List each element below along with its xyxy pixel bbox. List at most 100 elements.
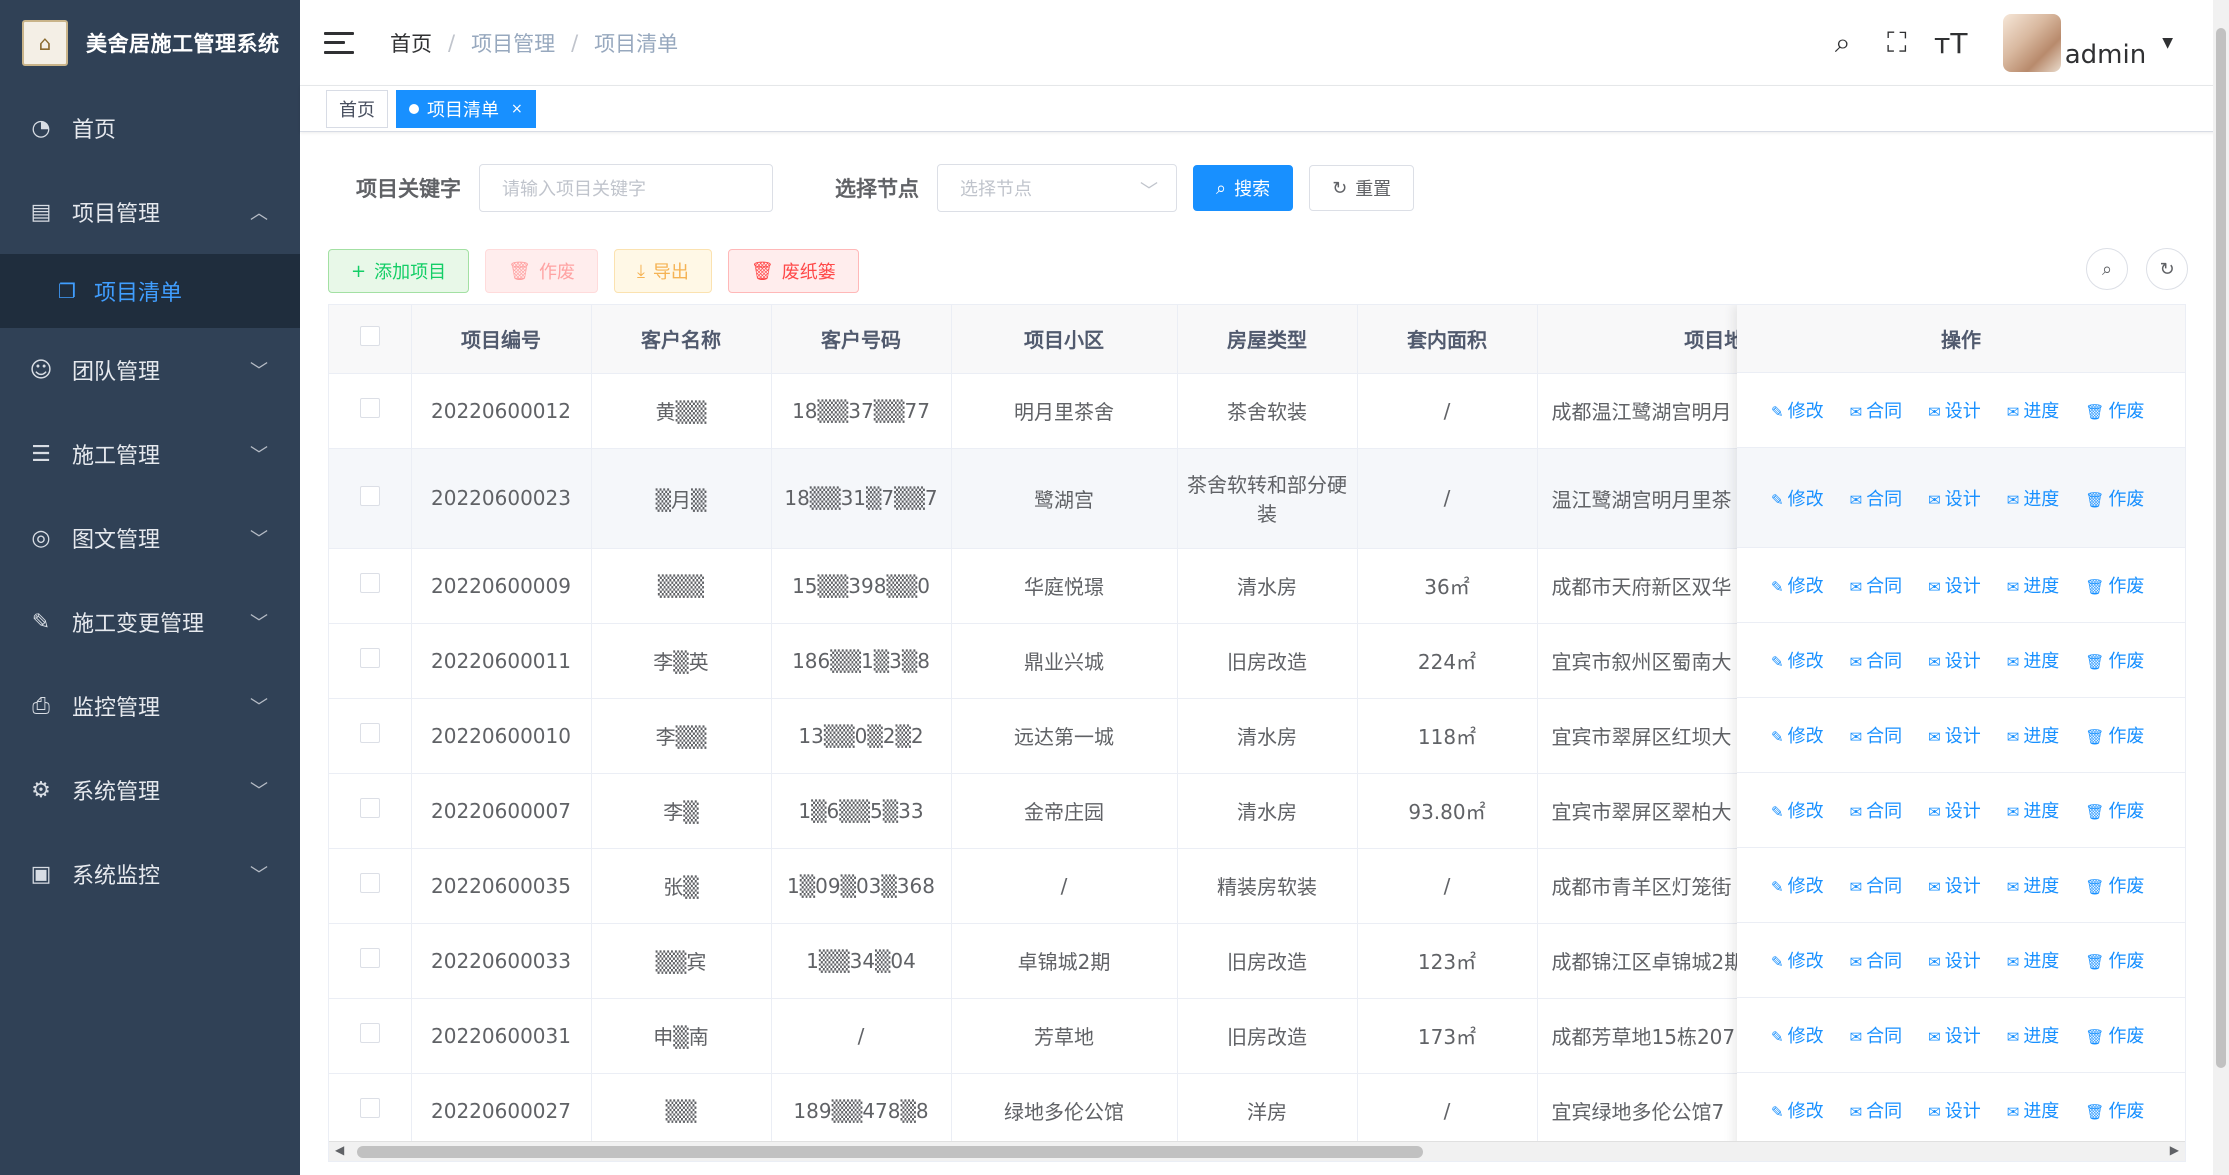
avatar[interactable] [2002,14,2061,72]
edit-link[interactable]: ✎ 修改 [1771,397,1824,423]
vertical-scrollbar[interactable] [2213,0,2229,1175]
toggle-search-icon[interactable]: ⌕ [2086,248,2128,290]
sidebar-item-monitor-management[interactable]: ⎙ 监控管理 ﹀ [0,664,300,748]
sidebar-item-project-list[interactable]: ❐ 项目清单 [0,254,300,328]
search-icon[interactable]: ⌕ [1825,25,1861,61]
row-checkbox[interactable] [329,698,412,774]
row-checkbox[interactable] [329,998,412,1074]
trash-button[interactable]: 🗑 废纸篓 [727,249,859,293]
design-link[interactable]: ✉ 设计 [1928,1022,1981,1048]
design-link[interactable]: ✉ 设计 [1928,485,1981,511]
horizontal-scrollbar[interactable]: ◀ ▶ [329,1141,2185,1161]
table-row[interactable]: 20220600007 李▒ 1▒6▒▒5▒33 金帝庄园 清水房 93.80㎡ 宜宾市翠屏… [329,773,1752,849]
close-icon[interactable]: × [511,101,523,117]
progress-link[interactable]: ✉ 进度 [2007,722,2060,748]
edit-link[interactable]: ✎ 修改 [1771,1097,1824,1123]
hamburger-icon[interactable] [324,28,354,58]
table-row[interactable]: 20220600011 李▒英 186▒▒1▒3▒8 鼎业兴城 旧房改造 224㎡ 宜宾市叙… [329,623,1752,699]
keyword-input[interactable]: 请输入项目关键字 [479,164,773,212]
row-checkbox[interactable] [329,1073,412,1149]
table-row[interactable]: 20220600009 ▒▒▒ 15▒▒398▒▒0 华庭悦璟 清水房 36㎡ 成都市天府新… [329,548,1752,624]
row-checkbox[interactable] [329,773,412,849]
design-link[interactable]: ✉ 设计 [1928,872,1981,898]
scroll-left-icon[interactable]: ◀ [335,1143,344,1157]
contract-link[interactable]: ✉ 合同 [1850,647,1903,673]
row-checkbox[interactable] [329,623,412,699]
breadcrumb-home[interactable]: 首页 [390,28,432,58]
contract-link[interactable]: ✉ 合同 [1850,1097,1903,1123]
username[interactable]: admin [2065,40,2146,70]
progress-link[interactable]: ✉ 进度 [2007,797,2060,823]
sidebar-item-change-management[interactable]: ✎ 施工变更管理 ﹀ [0,580,300,664]
caret-down-icon[interactable]: ▼ [2162,35,2173,51]
void-link[interactable]: 🗑 作废 [2085,1097,2144,1123]
void-link[interactable]: 🗑 作废 [2085,572,2144,598]
design-link[interactable]: ✉ 设计 [1928,797,1981,823]
void-link[interactable]: 🗑 作废 [2085,797,2144,823]
edit-link[interactable]: ✎ 修改 [1771,572,1824,598]
sidebar-item-home[interactable]: ◔ 首页 [0,86,300,170]
table-row[interactable]: 20220600012 黄▒▒ 18▒▒37▒▒77 明月里茶舍 茶舍软装 / 成都温江鹭湖… [329,373,1752,449]
export-button[interactable]: ⤓ 导出 [613,249,712,293]
sidebar-item-image-text-management[interactable]: ◎ 图文管理 ﹀ [0,496,300,580]
tag-home[interactable]: 首页 [326,89,388,128]
design-link[interactable]: ✉ 设计 [1928,722,1981,748]
void-link[interactable]: 🗑 作废 [2085,722,2144,748]
progress-link[interactable]: ✉ 进度 [2007,1097,2060,1123]
sidebar-item-system-monitor[interactable]: ▣ 系统监控 ﹀ [0,832,300,916]
table-row[interactable]: 20220600035 张▒ 1▒09▒03▒368/精装房软装 / 成都市青羊区灯笼街 [329,848,1752,924]
search-button[interactable]: ⌕ 搜索 [1193,165,1294,211]
row-checkbox[interactable] [329,448,412,549]
table-row[interactable]: 20220600033 ▒▒宾 1▒▒34▒04 卓锦城2期 旧房改造 123㎡ 成都锦江区… [329,923,1752,999]
contract-link[interactable]: ✉ 合同 [1850,1022,1903,1048]
progress-link[interactable]: ✉ 进度 [2007,947,2060,973]
edit-link[interactable]: ✎ 修改 [1771,722,1824,748]
contract-link[interactable]: ✉ 合同 [1850,872,1903,898]
logo[interactable]: ⌂ 美舍居施工管理系统 [0,0,300,86]
node-select[interactable]: 选择节点 ﹀ [937,164,1177,212]
edit-link[interactable]: ✎ 修改 [1771,647,1824,673]
add-project-button[interactable]: + 添加项目 [328,249,470,293]
void-link[interactable]: 🗑 作废 [2085,397,2144,423]
table-row[interactable]: 20220600023 ▒月▒ 18▒▒31▒7▒▒7 鹭湖宫 茶舍软转和部分硬装 / 温江… [329,448,1752,549]
design-link[interactable]: ✉ 设计 [1928,572,1981,598]
progress-link[interactable]: ✉ 进度 [2007,572,2060,598]
void-link[interactable]: 🗑 作废 [2085,947,2144,973]
sidebar-item-construction-management[interactable]: ☰ 施工管理 ﹀ [0,412,300,496]
sidebar-item-system-management[interactable]: ⚙ 系统管理 ﹀ [0,748,300,832]
edit-link[interactable]: ✎ 修改 [1771,947,1824,973]
fullscreen-icon[interactable]: ⛶ [1879,25,1915,61]
row-checkbox[interactable] [329,848,412,924]
contract-link[interactable]: ✉ 合同 [1850,485,1903,511]
progress-link[interactable]: ✉ 进度 [2007,1022,2060,1048]
row-checkbox[interactable] [329,548,412,624]
table-row[interactable]: 20220600027 ▒▒ 189▒▒478▒8 绿地多伦公馆 洋房 / 宜宾绿地多伦公馆… [329,1073,1752,1149]
row-checkbox[interactable] [329,923,412,999]
void-link[interactable]: 🗑 作废 [2085,1022,2144,1048]
void-link[interactable]: 🗑 作废 [2085,647,2144,673]
contract-link[interactable]: ✉ 合同 [1850,572,1903,598]
contract-link[interactable]: ✉ 合同 [1850,722,1903,748]
contract-link[interactable]: ✉ 合同 [1850,947,1903,973]
progress-link[interactable]: ✉ 进度 [2007,397,2060,423]
design-link[interactable]: ✉ 设计 [1928,647,1981,673]
design-link[interactable]: ✉ 设计 [1928,947,1981,973]
scrollbar-thumb[interactable] [2216,28,2226,1068]
table-row[interactable]: 20220600031 申▒南 / 芳草地 旧房改造 173㎡ 成都芳草地15栋207 [329,998,1752,1074]
contract-link[interactable]: ✉ 合同 [1850,797,1903,823]
sidebar-item-project-management[interactable]: ▤ 项目管理 ︿ [0,170,300,254]
edit-link[interactable]: ✎ 修改 [1771,1022,1824,1048]
progress-link[interactable]: ✉ 进度 [2007,872,2060,898]
progress-link[interactable]: ✉ 进度 [2007,647,2060,673]
reset-button[interactable]: ↻ 重置 [1309,165,1415,211]
sidebar-item-team-management[interactable]: ☺ 团队管理 ﹀ [0,328,300,412]
void-link[interactable]: 🗑 作废 [2085,485,2144,511]
font-size-icon[interactable]: ᴛT [1933,25,1969,61]
edit-link[interactable]: ✎ 修改 [1771,797,1824,823]
void-button[interactable]: 🗑 作废 [485,249,598,293]
select-all-checkbox[interactable] [329,305,412,374]
contract-link[interactable]: ✉ 合同 [1850,397,1903,423]
edit-link[interactable]: ✎ 修改 [1771,872,1824,898]
refresh-icon[interactable]: ↻ [2146,248,2188,290]
design-link[interactable]: ✉ 设计 [1928,1097,1981,1123]
